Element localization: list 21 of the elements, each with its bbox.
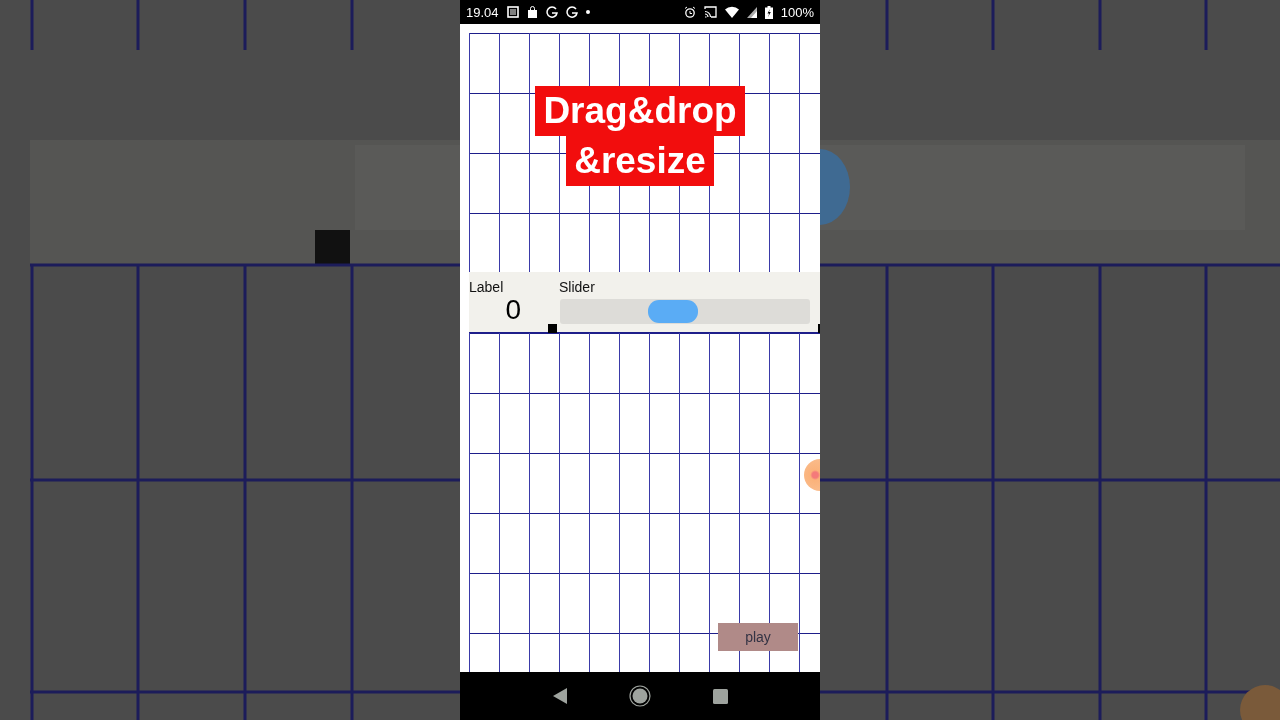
- cast-icon: [703, 6, 717, 18]
- resize-handle[interactable]: [548, 324, 557, 333]
- slider-thumb[interactable]: [648, 300, 698, 323]
- signal-icon: [746, 6, 757, 18]
- play-button[interactable]: play: [718, 623, 798, 651]
- home-icon[interactable]: [628, 685, 651, 707]
- battery-percentage: 100%: [780, 4, 814, 20]
- battery-icon: [764, 5, 773, 19]
- slider-title: Slider: [559, 279, 596, 295]
- alarm-icon: [683, 6, 696, 18]
- back-icon[interactable]: [552, 688, 567, 704]
- news-icon: [506, 6, 519, 18]
- status-time: 19.04: [466, 4, 499, 20]
- dot-icon: [585, 10, 590, 14]
- label-value: 0: [505, 295, 521, 325]
- label-title: Label: [469, 279, 505, 295]
- g-letter-icon: [545, 6, 558, 18]
- shopping-bag-icon: [526, 6, 538, 18]
- wifi-icon: [724, 6, 739, 18]
- recents-icon[interactable]: [712, 688, 728, 704]
- g-letter-icon: [565, 6, 578, 18]
